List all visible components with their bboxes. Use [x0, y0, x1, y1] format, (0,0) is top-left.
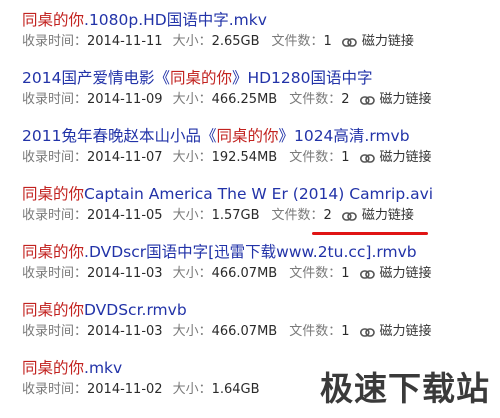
- date-label: 收录时间：: [22, 34, 88, 49]
- keyword-highlight: 同桌的你: [169, 69, 232, 87]
- size-label: 大小：: [172, 324, 212, 339]
- magnet-link[interactable]: 磁力链接: [341, 207, 414, 225]
- date-value: 2014-11-02: [87, 382, 163, 397]
- keyword-highlight: 同桌的你: [22, 185, 85, 203]
- result-title-link[interactable]: 同桌的你.1080p.HD国语中字.mkv: [22, 10, 492, 30]
- link-icon: [359, 269, 375, 279]
- date-value: 2014-11-07: [87, 150, 163, 165]
- result-meta: 收录时间： 2014-11-05 大小： 1.57GB 文件数： 2 磁力链接: [22, 207, 492, 225]
- magnet-link-label: 磁力链接: [361, 208, 414, 223]
- date-value: 2014-11-03: [87, 324, 163, 339]
- magnet-link[interactable]: 磁力链接: [359, 149, 432, 167]
- date-label: 收录时间：: [22, 208, 88, 223]
- files-value: 1: [341, 324, 350, 339]
- files-label: 文件数：: [289, 324, 342, 339]
- result-item: 2011兔年春晚赵本山小品《同桌的你》1024高清.rmvb 收录时间： 2014-…: [22, 126, 492, 184]
- result-item: 同桌的你.DVDscr国语中字[迅雷下载www.2tu.cc].rmvb 收录时间…: [22, 242, 492, 300]
- date-label: 收录时间：: [22, 266, 88, 281]
- result-meta: 收录时间： 2014-11-11 大小： 2.65GB 文件数： 1 磁力链接: [22, 33, 492, 51]
- files-value: 2: [341, 92, 350, 107]
- files-label: 文件数：: [289, 150, 342, 165]
- title-text: 》1024高清.rmvb: [278, 127, 410, 145]
- size-label: 大小：: [172, 92, 212, 107]
- title-text: .1080p.HD国语中字.mkv: [84, 11, 267, 29]
- magnet-link-label: 磁力链接: [379, 324, 432, 339]
- link-icon: [341, 211, 357, 221]
- size-value: 192.54MB: [211, 150, 278, 165]
- magnet-link[interactable]: 磁力链接: [359, 323, 432, 341]
- size-label: 大小：: [172, 382, 212, 397]
- link-icon: [341, 37, 357, 47]
- magnet-link-label: 磁力链接: [379, 92, 432, 107]
- search-results: 同桌的你.1080p.HD国语中字.mkv 收录时间： 2014-11-11 大小： 2…: [22, 10, 492, 416]
- date-label: 收录时间：: [22, 150, 88, 165]
- result-meta: 收录时间： 2014-11-09 大小： 466.25MB 文件数： 2 磁力链接: [22, 91, 492, 109]
- size-label: 大小：: [172, 266, 212, 281]
- watermark-logo: 极速下载站: [320, 369, 490, 408]
- size-label: 大小：: [172, 34, 212, 49]
- size-value: 466.25MB: [211, 92, 278, 107]
- size-value: 2.65GB: [211, 34, 260, 49]
- keyword-highlight: 同桌的你: [216, 127, 279, 145]
- magnet-link-label: 磁力链接: [361, 34, 414, 49]
- result-title-link[interactable]: 同桌的你Captain America The W Er (2014) Camr…: [22, 184, 492, 204]
- size-value: 466.07MB: [211, 266, 278, 281]
- date-value: 2014-11-09: [87, 92, 163, 107]
- files-label: 文件数：: [271, 208, 324, 223]
- result-item: 2014国产爱情电影《同桌的你》HD1280国语中字 收录时间： 2014-11-0…: [22, 68, 492, 126]
- size-label: 大小：: [172, 150, 212, 165]
- date-label: 收录时间：: [22, 92, 88, 107]
- files-value: 1: [323, 34, 332, 49]
- size-value: 466.07MB: [211, 324, 278, 339]
- title-text: .mkv: [84, 359, 123, 377]
- link-icon: [359, 327, 375, 337]
- result-meta: 收录时间： 2014-11-03 大小： 466.07MB 文件数： 1 磁力链接: [22, 265, 492, 283]
- size-value: 1.57GB: [211, 208, 260, 223]
- files-value: 2: [323, 208, 332, 223]
- files-label: 文件数：: [289, 92, 342, 107]
- files-label: 文件数：: [289, 266, 342, 281]
- magnet-link[interactable]: 磁力链接: [359, 91, 432, 109]
- magnet-link-label: 磁力链接: [379, 266, 432, 281]
- link-icon: [359, 153, 375, 163]
- magnet-link[interactable]: 磁力链接: [341, 33, 414, 51]
- files-value: 1: [341, 266, 350, 281]
- title-text: 》HD1280国语中字: [231, 69, 373, 87]
- date-value: 2014-11-05: [87, 208, 163, 223]
- title-text: 2014国产爱情电影《: [22, 69, 170, 87]
- size-label: 大小：: [172, 208, 212, 223]
- red-underline-annotation: [312, 232, 428, 235]
- date-label: 收录时间：: [22, 324, 88, 339]
- result-meta: 收录时间： 2014-11-07 大小： 192.54MB 文件数： 1 磁力链接: [22, 149, 492, 167]
- result-title-link[interactable]: 同桌的你.DVDscr国语中字[迅雷下载www.2tu.cc].rmvb: [22, 242, 492, 262]
- date-value: 2014-11-11: [87, 34, 163, 49]
- title-text: Captain America The W Er (2014) Camrip.a…: [84, 185, 434, 203]
- date-label: 收录时间：: [22, 382, 88, 397]
- files-label: 文件数：: [271, 34, 324, 49]
- size-value: 1.64GB: [211, 382, 260, 397]
- result-meta: 收录时间： 2014-11-03 大小： 466.07MB 文件数： 1 磁力链接: [22, 323, 492, 341]
- result-title-link[interactable]: 2011兔年春晚赵本山小品《同桌的你》1024高清.rmvb: [22, 126, 492, 146]
- result-title-link[interactable]: 同桌的你DVDScr.rmvb: [22, 300, 492, 320]
- files-value: 1: [341, 150, 350, 165]
- result-item: 同桌的你DVDScr.rmvb 收录时间： 2014-11-03 大小： 466.07M…: [22, 300, 492, 358]
- magnet-link-label: 磁力链接: [379, 150, 432, 165]
- title-text: .DVDscr国语中字[迅雷下载www.2tu.cc].rmvb: [84, 243, 417, 261]
- keyword-highlight: 同桌的你: [22, 359, 85, 377]
- keyword-highlight: 同桌的你: [22, 243, 85, 261]
- date-value: 2014-11-03: [87, 266, 163, 281]
- result-title-link[interactable]: 2014国产爱情电影《同桌的你》HD1280国语中字: [22, 68, 492, 88]
- magnet-link[interactable]: 磁力链接: [359, 265, 432, 283]
- result-item: 同桌的你.1080p.HD国语中字.mkv 收录时间： 2014-11-11 大小： 2…: [22, 10, 492, 68]
- title-text: 2011兔年春晚赵本山小品《: [22, 127, 217, 145]
- keyword-highlight: 同桌的你: [22, 11, 85, 29]
- title-text: DVDScr.rmvb: [84, 301, 187, 319]
- link-icon: [359, 95, 375, 105]
- keyword-highlight: 同桌的你: [22, 301, 85, 319]
